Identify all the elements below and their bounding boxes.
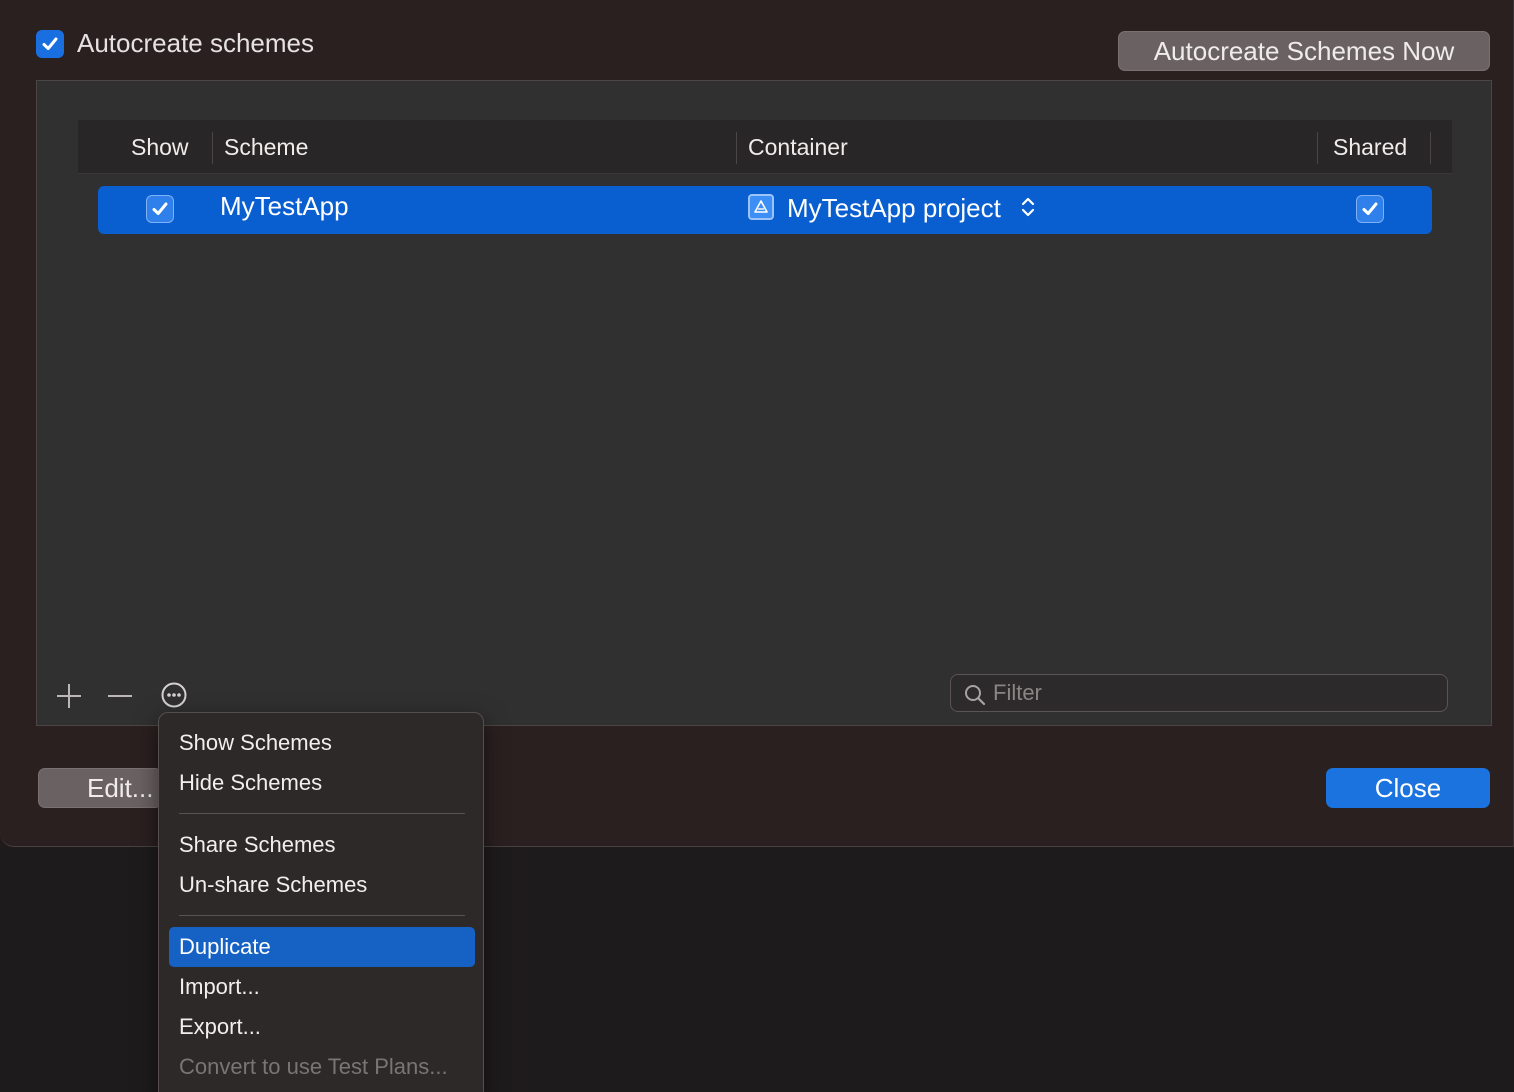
checkmark-icon xyxy=(42,37,58,50)
menu-item-convert-to-test-plans: Convert to use Test Plans... xyxy=(179,1054,448,1079)
autocreate-label: Autocreate schemes xyxy=(77,28,315,58)
autocreate-checkbox[interactable] xyxy=(36,30,64,58)
column-header-show[interactable]: Show xyxy=(131,120,189,174)
column-divider xyxy=(212,132,213,164)
menu-separator xyxy=(179,915,465,916)
column-header-shared[interactable]: Shared xyxy=(1333,120,1407,174)
menu-item-export[interactable]: Export... xyxy=(169,1007,475,1047)
add-scheme-icon[interactable] xyxy=(54,681,84,711)
more-options-menu: Show Schemes Hide Schemes Share Schemes … xyxy=(158,712,484,1092)
menu-item-hide-schemes[interactable]: Hide Schemes xyxy=(169,763,475,803)
checkmark-icon xyxy=(1362,202,1378,215)
chevron-up-down-icon[interactable] xyxy=(1018,194,1038,220)
table-header: Show Scheme Container Shared xyxy=(78,120,1452,174)
menu-item-share-schemes[interactable]: Share Schemes xyxy=(169,825,475,865)
menu-item-import[interactable]: Import... xyxy=(169,967,475,1007)
column-header-scheme[interactable]: Scheme xyxy=(224,120,308,174)
menu-item-unshare-schemes[interactable]: Un-share Schemes xyxy=(169,865,475,905)
menu-item-duplicate[interactable]: Duplicate xyxy=(169,927,475,967)
column-divider xyxy=(1317,132,1318,164)
schemes-table-panel xyxy=(36,80,1492,726)
scheme-name: MyTestApp xyxy=(220,191,349,221)
edit-button[interactable]: Edit... xyxy=(38,768,162,808)
more-options-icon[interactable] xyxy=(159,680,189,710)
filter-field[interactable] xyxy=(950,674,1448,712)
menu-separator xyxy=(179,813,465,814)
search-icon xyxy=(965,685,986,706)
column-header-container[interactable]: Container xyxy=(748,120,848,174)
container-popup[interactable]: MyTestApp project xyxy=(787,193,1001,224)
filter-input[interactable] xyxy=(993,677,1433,709)
autocreate-schemes-now-button[interactable]: Autocreate Schemes Now xyxy=(1118,31,1490,71)
checkmark-icon xyxy=(152,202,168,215)
menu-item-show-schemes[interactable]: Show Schemes xyxy=(169,723,475,763)
column-divider xyxy=(736,132,737,164)
xcode-project-icon xyxy=(748,194,774,220)
show-checkbox[interactable] xyxy=(146,195,174,223)
close-button[interactable]: Close xyxy=(1326,768,1490,808)
column-divider xyxy=(1430,132,1431,164)
remove-scheme-icon[interactable] xyxy=(105,681,135,711)
shared-checkbox[interactable] xyxy=(1356,195,1384,223)
